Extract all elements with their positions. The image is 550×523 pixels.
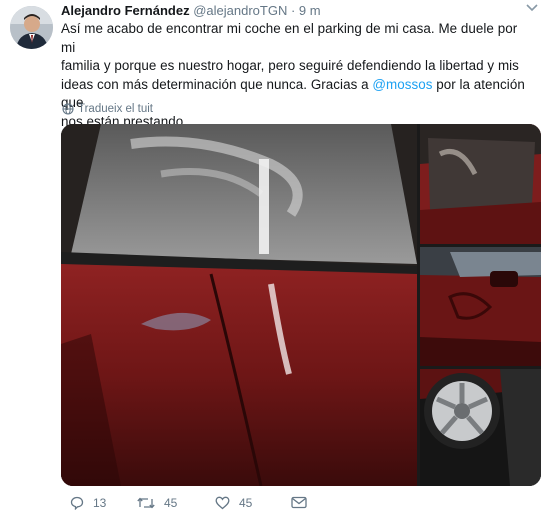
chevron-down-icon[interactable] <box>526 4 538 14</box>
translate-link[interactable]: Tradueix el tuit <box>62 102 153 116</box>
message-button[interactable] <box>291 496 307 509</box>
author-name[interactable]: Alejandro Fernández <box>61 3 190 18</box>
translate-label: Tradueix el tuit <box>78 103 153 115</box>
author-handle[interactable]: @alejandroTGN <box>193 3 287 18</box>
tweet-header: Alejandro Fernández @alejandroTGN · 9 m <box>61 3 540 19</box>
like-button[interactable]: 45 <box>215 496 252 510</box>
timestamp[interactable]: 9 m <box>299 3 321 18</box>
tweet-text-line: Así me acabo de encontrar mi coche en el… <box>61 21 518 55</box>
envelope-icon <box>291 496 307 509</box>
media-gallery <box>61 124 541 486</box>
retweet-count: 45 <box>164 496 178 510</box>
separator: · <box>290 3 296 18</box>
like-count: 45 <box>239 496 253 510</box>
avatar[interactable] <box>10 6 53 49</box>
globe-icon <box>62 103 74 115</box>
photo-thumb-1[interactable] <box>420 124 541 244</box>
avatar-photo <box>10 6 53 49</box>
tweet-text-segment: ideas con más determinación que nunca. G… <box>61 76 373 92</box>
reply-count: 13 <box>93 496 107 510</box>
reply-button[interactable]: 13 <box>70 496 106 510</box>
tweet-text-line: familia y porque es nuestro hogar, pero … <box>61 58 519 73</box>
reply-icon <box>70 496 84 510</box>
tweet-actions: 13 45 45 <box>70 496 370 516</box>
retweet-icon <box>137 497 155 509</box>
photo-thumb-3[interactable] <box>420 369 541 486</box>
heart-icon <box>215 496 230 510</box>
mention-link[interactable]: @mossos <box>372 77 432 92</box>
photo-main[interactable] <box>61 124 417 486</box>
photo-thumb-2[interactable] <box>420 247 541 366</box>
retweet-button[interactable]: 45 <box>137 496 177 510</box>
